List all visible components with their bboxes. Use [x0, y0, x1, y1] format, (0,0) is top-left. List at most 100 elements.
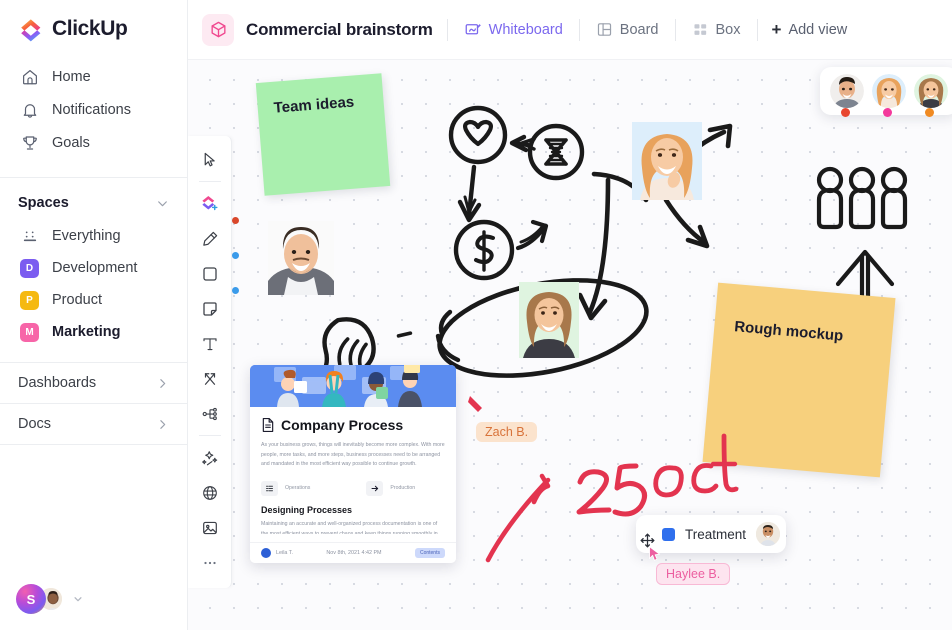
tab-label: Box — [715, 21, 741, 38]
divider — [0, 444, 187, 445]
add-view-button[interactable]: + Add view — [772, 21, 848, 38]
divider — [198, 181, 221, 182]
sidebar-item-development[interactable]: D Development — [0, 252, 187, 284]
sidebar-item-home[interactable]: Home — [0, 60, 187, 93]
treatment-label: Treatment — [685, 526, 747, 542]
ai-tool[interactable] — [192, 440, 228, 475]
sticky-note-tool[interactable] — [192, 291, 228, 326]
sidebar-item-label: Dashboards — [18, 375, 97, 391]
workspace-avatar[interactable]: S — [16, 584, 46, 614]
pencil-cursor-icon — [468, 396, 482, 412]
user-menu-caret-icon[interactable] — [73, 594, 83, 604]
pen-tool[interactable] — [192, 221, 228, 256]
collaborator-3[interactable] — [914, 74, 948, 117]
collaborator-2[interactable] — [872, 74, 906, 117]
sidebar-item-marketing[interactable]: M Marketing — [0, 316, 187, 348]
tab-label: Board — [619, 21, 659, 38]
bell-icon — [20, 100, 39, 119]
sidebar-item-goals[interactable]: Goals — [0, 126, 187, 159]
sidebar: ClickUp Home Notifications Goals Spaces … — [0, 0, 188, 630]
cursor-label-haylee: Haylee B. — [656, 563, 731, 585]
status-badge: Contents — [414, 547, 445, 558]
sidebar-item-everything[interactable]: Everything — [0, 220, 187, 252]
page-title: Commercial brainstorm — [246, 19, 433, 39]
avatar — [261, 547, 271, 558]
sidebar-item-product[interactable]: P Product — [0, 284, 187, 316]
list-icon — [261, 480, 278, 496]
cursor-label-zach: Zach B. — [476, 422, 538, 442]
add-view-label: Add view — [788, 21, 848, 38]
brand-name: ClickUp — [52, 17, 128, 40]
sidebar-item-label: Home — [52, 68, 91, 85]
status-dot — [883, 108, 892, 117]
shapes-tool[interactable] — [192, 186, 228, 221]
card-body: Company Process As your business grows, … — [250, 407, 456, 542]
space-label: Marketing — [52, 324, 121, 340]
status-dot — [925, 108, 934, 117]
trophy-icon — [20, 133, 39, 152]
company-process-card[interactable]: Company Process As your business grows, … — [250, 365, 456, 563]
card-paragraph-2: Maintaining an accurate and well-organiz… — [261, 520, 438, 534]
chip-production[interactable]: Production — [366, 480, 416, 496]
chip-label: Operations — [285, 485, 311, 492]
image-tool[interactable] — [192, 510, 228, 545]
whiteboard-canvas[interactable]: Team ideas Rough mockup Company Process … — [188, 60, 952, 630]
brand-logo[interactable]: ClickUp — [0, 0, 187, 56]
space-label: Development — [52, 260, 138, 276]
image-icon — [201, 519, 219, 537]
clickup-app: ClickUp Home Notifications Goals Spaces … — [0, 0, 952, 630]
chevron-down-icon — [156, 197, 169, 210]
ellipsis-icon — [201, 554, 219, 572]
arrow-right-icon — [366, 480, 384, 496]
divider — [756, 18, 758, 41]
whiteboard-toolbar — [188, 136, 232, 588]
text-t-icon — [201, 335, 219, 353]
sticky-note-team-ideas[interactable]: Team ideas — [255, 73, 391, 196]
spaces-section-header[interactable]: Spaces — [0, 186, 187, 220]
avatar — [872, 74, 906, 108]
space-label: Everything — [52, 228, 121, 244]
sparkle-wand-icon — [201, 449, 219, 467]
photo-woman-top[interactable] — [632, 122, 702, 200]
square-icon — [201, 265, 219, 283]
space-badge: D — [20, 258, 39, 278]
chevron-right-icon — [156, 418, 169, 431]
chip-label: Production — [390, 485, 416, 492]
rectangle-tool[interactable] — [192, 256, 228, 291]
divider — [446, 18, 448, 41]
divider — [0, 177, 187, 178]
more-tool[interactable] — [192, 545, 228, 580]
tab-board[interactable]: Board — [594, 17, 661, 42]
avatar — [914, 74, 948, 108]
card-paragraph: As your business grows, things will inev… — [261, 442, 445, 468]
card-chips: Operations Production — [261, 480, 445, 496]
avatar[interactable] — [756, 522, 781, 546]
cursor-name: Haylee B. — [666, 567, 721, 581]
tab-box[interactable]: Box — [690, 17, 743, 42]
photo-woman-circled[interactable] — [519, 282, 579, 358]
document-icon — [261, 417, 275, 433]
sidebar-item-docs[interactable]: Docs — [0, 404, 187, 444]
card-banner-illustration — [250, 365, 456, 407]
sidebar-item-notifications[interactable]: Notifications — [0, 93, 187, 126]
mindmap-tool[interactable] — [192, 396, 228, 431]
chip-operations[interactable]: Operations — [261, 480, 311, 496]
author-name: Leila T. — [276, 549, 293, 556]
embed-tool[interactable] — [192, 475, 228, 510]
collaborator-1[interactable] — [830, 74, 864, 117]
sticky-note-text: Team ideas — [273, 93, 355, 117]
select-tool[interactable] — [192, 142, 228, 177]
text-tool[interactable] — [192, 326, 228, 361]
sticky-note-text: Rough mockup — [733, 318, 844, 345]
sidebar-item-dashboards[interactable]: Dashboards — [0, 363, 187, 403]
collaborator-avatars — [820, 67, 952, 117]
grid-dots-icon — [20, 227, 39, 246]
photo-man-left[interactable] — [268, 221, 334, 295]
primary-nav: Home Notifications Goals — [0, 56, 187, 169]
clickup-logo-icon — [18, 16, 44, 42]
tab-whiteboard[interactable]: Whiteboard — [462, 17, 565, 43]
three-people-icon — [816, 166, 908, 230]
connector-tool[interactable] — [192, 361, 228, 396]
home-icon — [20, 67, 39, 86]
space-badge: P — [20, 290, 39, 310]
